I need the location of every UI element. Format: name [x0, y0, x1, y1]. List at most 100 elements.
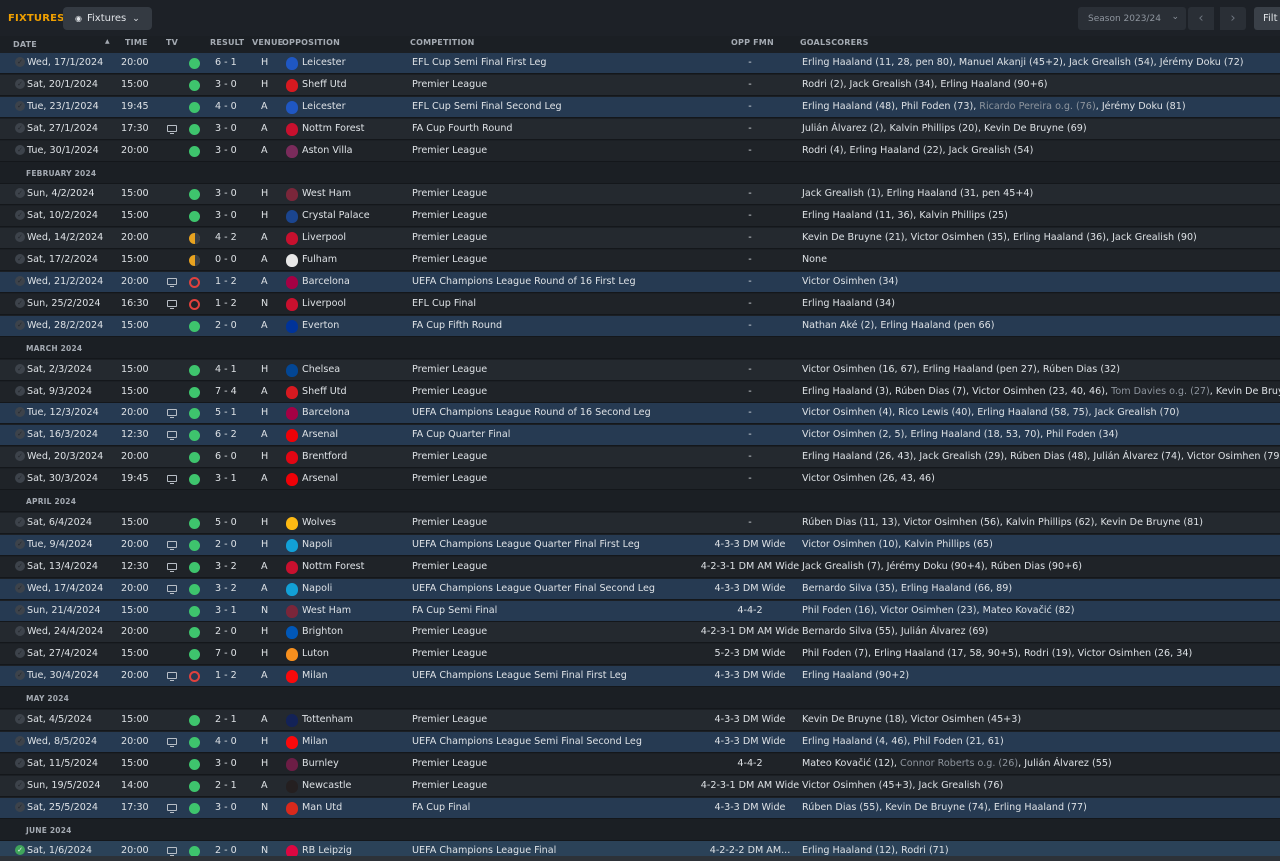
fixture-opposition[interactable]: RB Leipzig — [302, 845, 352, 856]
fixture-competition[interactable]: EFL Cup Semi Final Second Leg — [412, 101, 562, 112]
fixture-row[interactable]: ✓ Tue, 12/3/2024 20:00 5 - 1 H Barcelona UEFA … — [0, 403, 1280, 424]
fixture-result[interactable]: 2 - 0 — [215, 539, 237, 550]
fixture-competition[interactable]: Premier League — [412, 648, 487, 659]
fixture-row[interactable]: ✓ Sun, 4/2/2024 15:00 3 - 0 H West Ham Premier… — [0, 184, 1280, 205]
fixture-row[interactable]: ✓ Tue, 23/1/2024 19:45 4 - 0 A Leicester EFL C… — [0, 97, 1280, 118]
fixture-competition[interactable]: Premier League — [412, 145, 487, 156]
fixture-row[interactable]: ✓ Wed, 17/4/2024 20:00 3 - 2 A Napoli UEFA Cha… — [0, 579, 1280, 600]
fixture-result[interactable]: 1 - 2 — [215, 670, 237, 681]
fixture-result[interactable]: 3 - 0 — [215, 758, 237, 769]
fixture-row[interactable]: ✓ Wed, 17/1/2024 20:00 6 - 1 H Leicester EFL C… — [0, 53, 1280, 74]
fixture-result[interactable]: 2 - 0 — [215, 845, 237, 856]
fixture-result[interactable]: 4 - 0 — [215, 736, 237, 747]
fixture-competition[interactable]: FA Cup Final — [412, 802, 470, 813]
filter-button[interactable]: Filt — [1254, 7, 1280, 30]
fixture-opposition[interactable]: Brighton — [302, 626, 343, 637]
fixture-competition[interactable]: Premier League — [412, 473, 487, 484]
fixture-opposition[interactable]: Milan — [302, 736, 328, 747]
fixture-competition[interactable]: FA Cup Quarter Final — [412, 429, 510, 440]
fixture-competition[interactable]: UEFA Champions League Semi Final First L… — [412, 670, 627, 681]
fixture-result[interactable]: 3 - 0 — [215, 79, 237, 90]
fixture-row[interactable]: ✓ Sun, 21/4/2024 15:00 3 - 1 N West Ham FA Cup… — [0, 601, 1280, 622]
fixture-result[interactable]: 0 - 0 — [215, 254, 237, 265]
fixture-result[interactable]: 6 - 1 — [215, 57, 237, 68]
fixture-opposition[interactable]: Newcastle — [302, 780, 351, 791]
fixture-opposition[interactable]: Burnley — [302, 758, 339, 769]
fixture-result[interactable]: 2 - 1 — [215, 780, 237, 791]
fixture-result[interactable]: 2 - 1 — [215, 714, 237, 725]
fixture-row[interactable]: ✓ Wed, 21/2/2024 20:00 1 - 2 A Barcelona UEFA … — [0, 272, 1280, 293]
fixture-result[interactable]: 4 - 1 — [215, 364, 237, 375]
fixture-row[interactable]: ✓ Sat, 13/4/2024 12:30 3 - 2 A Nottm Forest Pr… — [0, 557, 1280, 578]
fixture-opposition[interactable]: Everton — [302, 320, 339, 331]
column-time[interactable]: TIME — [125, 38, 148, 47]
column-opp-fmn[interactable]: OPP FMN — [731, 38, 774, 47]
fixture-opposition[interactable]: Arsenal — [302, 429, 338, 440]
fixture-opposition[interactable]: Fulham — [302, 254, 337, 265]
fixture-row[interactable]: ✓ Sat, 30/3/2024 19:45 3 - 1 A Arsenal Premier… — [0, 469, 1280, 490]
fixture-opposition[interactable]: Nottm Forest — [302, 561, 364, 572]
fixture-opposition[interactable]: Crystal Palace — [302, 210, 370, 221]
fixture-competition[interactable]: Premier League — [412, 517, 487, 528]
fixture-opposition[interactable]: Tottenham — [302, 714, 353, 725]
fixture-competition[interactable]: Premier League — [412, 210, 487, 221]
fixture-row[interactable]: ✓ Sat, 2/3/2024 15:00 4 - 1 H Chelsea Premier … — [0, 360, 1280, 381]
fixture-competition[interactable]: Premier League — [412, 714, 487, 725]
fixture-competition[interactable]: Premier League — [412, 780, 487, 791]
fixture-row[interactable]: ✓ Sat, 4/5/2024 15:00 2 - 1 A Tottenham Premie… — [0, 710, 1280, 731]
fixture-opposition[interactable]: Liverpool — [302, 298, 346, 309]
fixture-row[interactable]: ✓ Sat, 20/1/2024 15:00 3 - 0 H Sheff Utd Premi… — [0, 75, 1280, 96]
bottom-scrollbar[interactable] — [0, 856, 1280, 861]
fixture-competition[interactable]: Premier League — [412, 626, 487, 637]
fixture-result[interactable]: 7 - 0 — [215, 648, 237, 659]
fixture-opposition[interactable]: Liverpool — [302, 232, 346, 243]
fixture-result[interactable]: 2 - 0 — [215, 626, 237, 637]
fixture-result[interactable]: 6 - 2 — [215, 429, 237, 440]
previous-season-button[interactable]: ‹ — [1188, 7, 1214, 30]
fixture-opposition[interactable]: Man Utd — [302, 802, 342, 813]
fixture-result[interactable]: 3 - 0 — [215, 145, 237, 156]
fixture-competition[interactable]: Premier League — [412, 254, 487, 265]
fixture-row[interactable]: ✓ Sat, 6/4/2024 15:00 5 - 0 H Wolves Premier L… — [0, 513, 1280, 534]
fixture-competition[interactable]: Premier League — [412, 386, 487, 397]
fixture-competition[interactable]: Premier League — [412, 758, 487, 769]
fixture-opposition[interactable]: Brentford — [302, 451, 347, 462]
fixture-competition[interactable]: FA Cup Fifth Round — [412, 320, 502, 331]
fixture-competition[interactable]: UEFA Champions League Round of 16 Second… — [412, 407, 651, 418]
fixture-opposition[interactable]: West Ham — [302, 188, 351, 199]
fixture-row[interactable]: ✓ Wed, 24/4/2024 20:00 2 - 0 H Brighton Premie… — [0, 622, 1280, 643]
fixture-opposition[interactable]: Barcelona — [302, 407, 350, 418]
fixture-row[interactable]: ✓ Sat, 17/2/2024 15:00 0 - 0 A Fulham Premier … — [0, 250, 1280, 271]
fixture-result[interactable]: 4 - 0 — [215, 101, 237, 112]
next-season-button[interactable]: › — [1220, 7, 1246, 30]
fixture-result[interactable]: 3 - 1 — [215, 605, 237, 616]
fixture-row[interactable]: ✓ Sat, 16/3/2024 12:30 6 - 2 A Arsenal FA Cup … — [0, 425, 1280, 446]
fixture-result[interactable]: 3 - 1 — [215, 473, 237, 484]
fixture-result[interactable]: 7 - 4 — [215, 386, 237, 397]
fixture-competition[interactable]: UEFA Champions League Final — [412, 845, 556, 856]
fixture-result[interactable]: 3 - 0 — [215, 210, 237, 221]
fixture-row[interactable]: ✓ Wed, 20/3/2024 20:00 6 - 0 H Brentford Premi… — [0, 447, 1280, 468]
fixture-row[interactable]: ✓ Tue, 30/1/2024 20:00 3 - 0 A Aston Villa Pre… — [0, 141, 1280, 162]
fixture-competition[interactable]: Premier League — [412, 451, 487, 462]
fixture-result[interactable]: 1 - 2 — [215, 276, 237, 287]
fixture-competition[interactable]: Premier League — [412, 364, 487, 375]
fixture-result[interactable]: 4 - 2 — [215, 232, 237, 243]
fixture-opposition[interactable]: West Ham — [302, 605, 351, 616]
fixture-row[interactable]: ✓ Tue, 30/4/2024 20:00 1 - 2 A Milan UEFA Cham… — [0, 666, 1280, 687]
fixture-result[interactable]: 1 - 2 — [215, 298, 237, 309]
fixture-competition[interactable]: Premier League — [412, 188, 487, 199]
fixture-opposition[interactable]: Leicester — [302, 101, 346, 112]
column-tv[interactable]: TV — [166, 38, 178, 47]
column-venue[interactable]: VENUE — [252, 38, 283, 47]
fixture-row[interactable]: ✓ Sat, 9/3/2024 15:00 7 - 4 A Sheff Utd Premie… — [0, 382, 1280, 403]
fixture-row[interactable]: ✓ Wed, 8/5/2024 20:00 4 - 0 H Milan UEFA Champ… — [0, 732, 1280, 753]
fixture-competition[interactable]: Premier League — [412, 232, 487, 243]
fixture-result[interactable]: 3 - 0 — [215, 123, 237, 134]
fixture-opposition[interactable]: Napoli — [302, 583, 332, 594]
column-opposition[interactable]: OPPOSITION — [282, 38, 340, 47]
fixture-result[interactable]: 3 - 0 — [215, 802, 237, 813]
fixture-row[interactable]: ✓ Wed, 28/2/2024 15:00 2 - 0 A Everton FA Cup … — [0, 316, 1280, 337]
fixture-competition[interactable]: EFL Cup Semi Final First Leg — [412, 57, 547, 68]
fixture-row[interactable]: ✓ Sat, 10/2/2024 15:00 3 - 0 H Crystal Palace… — [0, 206, 1280, 227]
